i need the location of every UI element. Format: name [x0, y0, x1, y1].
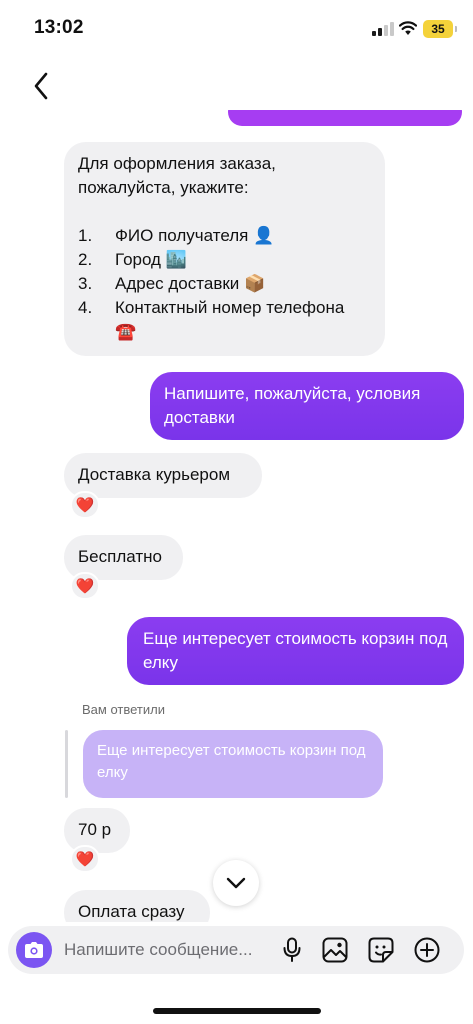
scroll-down-button[interactable]	[213, 860, 259, 906]
incoming-message-order-request[interactable]: Для оформления заказа, пожалуйста, укажи…	[64, 142, 385, 356]
message-text: Оплата сразу	[78, 902, 185, 921]
back-button[interactable]	[26, 68, 56, 104]
message-text: 70 р	[78, 820, 112, 839]
add-attachment-button[interactable]	[413, 936, 441, 964]
sticker-button[interactable]	[367, 936, 395, 964]
message-text: пожалуйста, укажите:	[78, 178, 249, 197]
list-item: 1. ФИО получателя 👤	[78, 226, 275, 245]
quoted-text: Еще интересует стоимость корзин под елку	[97, 742, 366, 781]
previous-outgoing-message[interactable]	[228, 110, 462, 126]
chat-thread: Для оформления заказа, пожалуйста, укажи…	[0, 110, 473, 922]
sticker-icon	[368, 937, 394, 963]
outgoing-message-delivery-terms[interactable]: Напишите, пожалуйста, условия доставки	[150, 372, 464, 440]
message-text: Для оформления заказа,	[78, 154, 276, 173]
status-bar: 13:02 35	[0, 0, 473, 56]
message-composer	[8, 926, 464, 974]
plus-icon	[414, 937, 440, 963]
home-indicator[interactable]	[153, 1008, 321, 1014]
signal-icon	[372, 22, 394, 36]
battery-icon: 35	[423, 20, 457, 38]
message-text: Доставка курьером	[78, 465, 231, 484]
outgoing-message-price-question[interactable]: Еще интересует стоимость корзин под елку	[127, 617, 464, 685]
reply-line	[65, 730, 68, 798]
list-item: 3. Адрес доставки 📦	[78, 274, 266, 293]
microphone-button[interactable]	[278, 936, 306, 964]
list-item: 2. Город 🏙️	[78, 250, 187, 269]
wifi-icon	[399, 21, 417, 35]
chevron-left-icon	[34, 72, 48, 100]
heart-reaction[interactable]: ❤️	[70, 491, 100, 519]
incoming-message-payment[interactable]: Оплата сразу	[64, 890, 210, 922]
chat-header	[0, 56, 473, 116]
microphone-icon	[283, 937, 301, 962]
heart-reaction[interactable]: ❤️	[70, 572, 100, 600]
message-input[interactable]	[64, 938, 274, 962]
message-text: Напишите, пожалуйста, условия доставки	[164, 384, 421, 427]
incoming-message-courier[interactable]: Доставка курьером	[64, 453, 262, 498]
heart-reaction[interactable]: ❤️	[70, 845, 100, 873]
camera-button[interactable]	[16, 932, 52, 968]
gallery-button[interactable]	[321, 936, 349, 964]
reply-label: Вам ответили	[82, 702, 165, 717]
incoming-message-price[interactable]: 70 р	[64, 808, 130, 853]
image-icon	[322, 937, 348, 963]
chevron-down-icon	[226, 877, 246, 889]
order-details-list: 1. ФИО получателя 👤 2. Город 🏙️ 3. Адрес до…	[78, 224, 371, 344]
message-text: Бесплатно	[78, 547, 162, 566]
list-item: 4. Контактный номер телефона ☎️	[78, 298, 345, 341]
message-text: Еще интересует стоимость корзин под елку	[143, 629, 448, 672]
camera-icon	[25, 942, 43, 958]
reply-quote[interactable]: Еще интересует стоимость корзин под елку	[83, 730, 383, 798]
status-time: 13:02	[34, 17, 84, 38]
